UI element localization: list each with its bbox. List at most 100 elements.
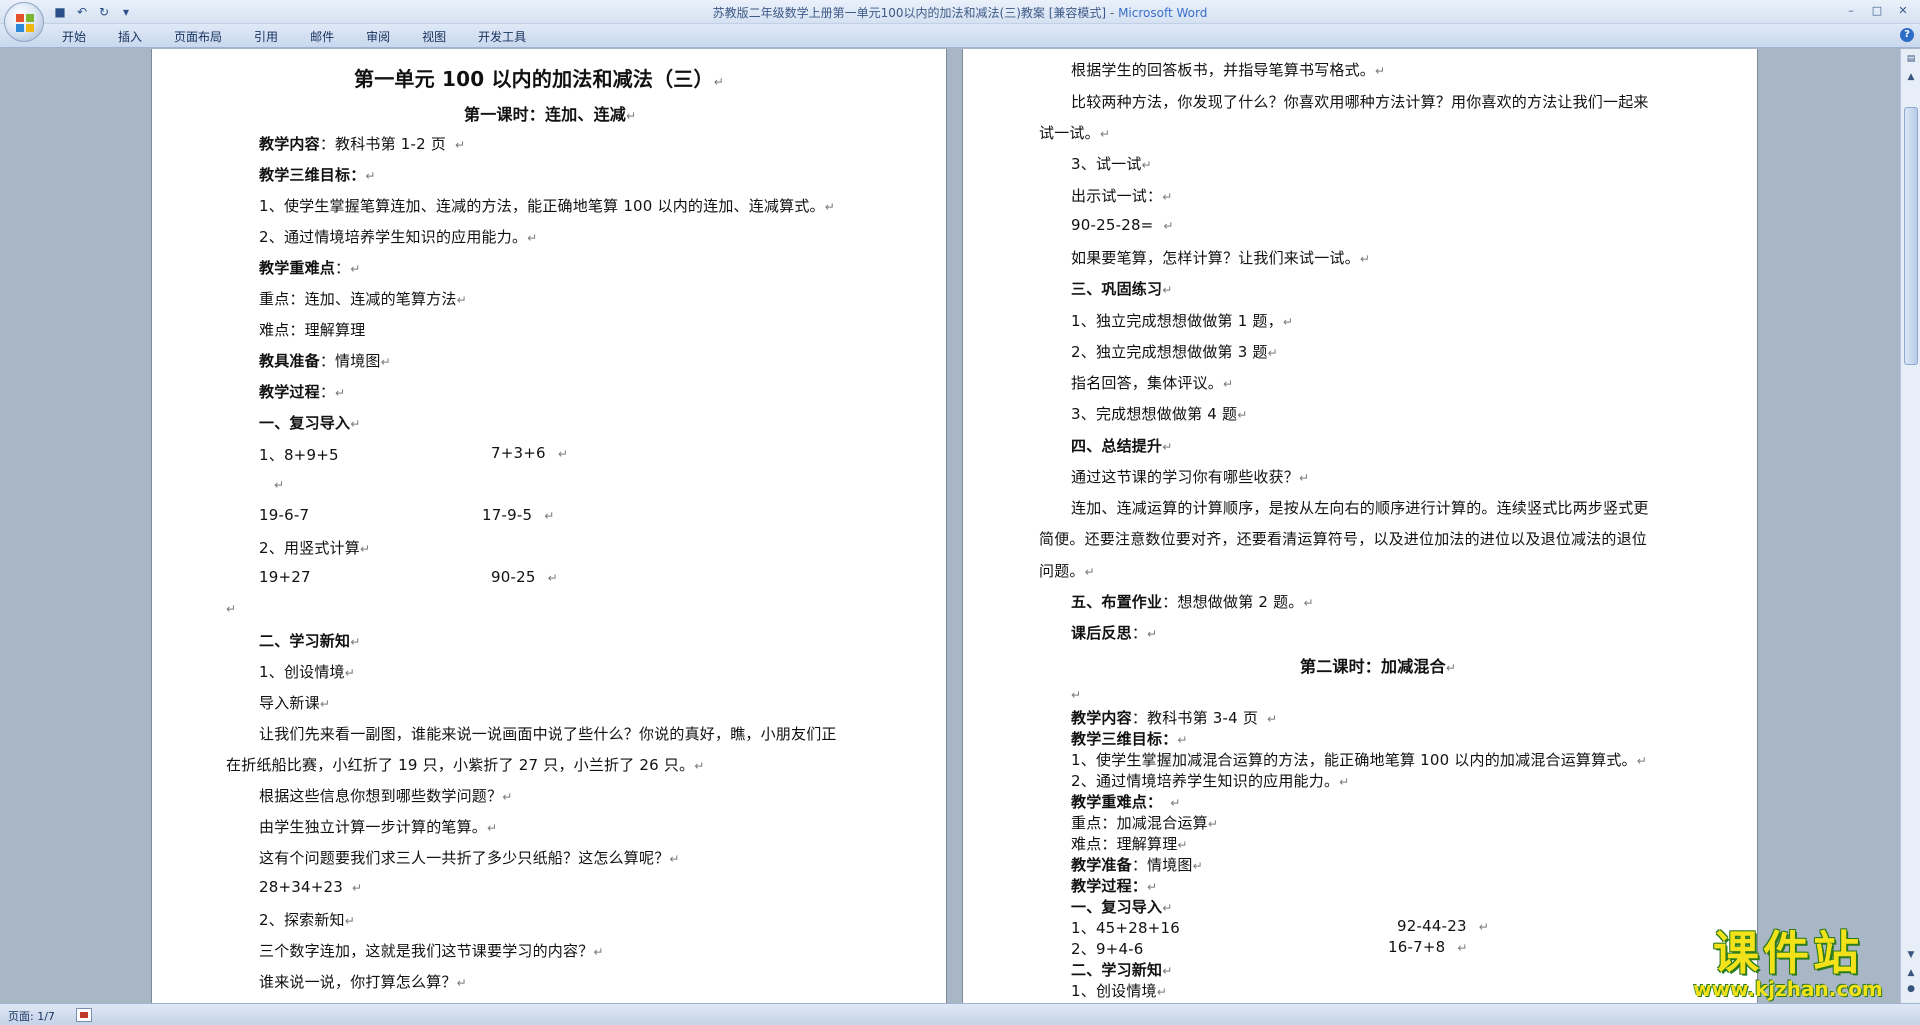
paragraph: 试一试。↵ [1039,124,1111,142]
tab-view[interactable]: 视图 [420,28,448,45]
section-heading: 一、复习导入↵ [259,414,361,432]
tab-developer[interactable]: 开发工具 [476,28,528,45]
paragraph: 1、独立完成想想做做第 1 题，↵ [1071,312,1294,330]
paragraph: 导入新课↵ [259,694,331,712]
paragraph: 问题。↵ [1039,562,1095,580]
review-expr: 1、8+9+5 [259,446,339,464]
paragraph: 教学准备：情境图↵ [1071,856,1203,874]
paragraph: 难点：理解算理↵ [1071,835,1188,853]
lesson-2-title: 第二课时：加减混合↵ [1300,657,1457,676]
paragraph: 90-25-28= ↵ [1071,216,1174,234]
paragraph: 2、用竖式计算↵ [259,539,371,557]
paragraph: 2、通过情境培养学生知识的应用能力。↵ [259,228,538,246]
tab-mailings[interactable]: 邮件 [308,28,336,45]
window-controls: – □ ✕ [1838,0,1916,20]
paragraph: 教学过程：↵ [1071,877,1158,895]
watermark-logo-text: 课件站 [1713,926,1863,980]
paragraph: 由学生独立计算一步计算的笔算。↵ [259,818,498,836]
document-page-1[interactable]: 第一单元 100 以内的加法和减法（三）↵ 第一课时：连加、连减↵ 教学内容：教… [152,49,946,1003]
paragraph: 2、独立完成想想做做第 3 题↵ [1071,343,1278,361]
paragraph: 这有个问题要我们求三人一共折了多少只纸船？这怎么算呢？↵ [259,849,680,867]
paragraph: 教学过程：↵ [259,383,346,401]
paragraph: 3、完成想想做做第 4 题↵ [1071,405,1248,423]
watermark-url: www.kjzhan.com [1693,977,1883,1001]
review-expr: 16-7+8 ↵ [1388,938,1468,956]
paragraph: 通过这节课的学习你有哪些收获？↵ [1071,468,1310,486]
paragraph: 教学三维目标：↵ [1071,730,1188,748]
review-expr: 1、45+28+16 [1071,919,1180,937]
doc-title: 第一单元 100 以内的加法和减法（三）↵ [354,67,724,91]
paragraph: 28+34+23 ↵ [259,878,363,896]
review-expr: 2、9+4-6 [1071,940,1144,958]
paragraph: 3、试一试↵ [1071,155,1152,173]
empty-paragraph: ↵ [1071,688,1082,702]
scroll-up-icon[interactable]: ▲ [1903,69,1919,85]
paragraph: 教学三维目标：↵ [259,166,376,184]
paragraph: 根据学生的回答板书，并指导笔算书写格式。↵ [1071,61,1386,79]
tab-insert[interactable]: 插入 [116,28,144,45]
maximize-button[interactable]: □ [1864,0,1890,20]
close-button[interactable]: ✕ [1890,0,1916,20]
paragraph: 重点：加减混合运算↵ [1071,814,1219,832]
paragraph: 1、使学生掌握笔算连加、连减的方法，能正确地笔算 100 以内的连加、连减算式。… [259,197,835,215]
kjzhan-watermark: 课件站 www.kjzhan.com [1668,928,1908,1000]
empty-paragraph: ↵ [226,602,237,616]
tab-page-layout[interactable]: 页面布局 [172,28,224,45]
review-expr: 19-6-7 [259,506,310,524]
paragraph: 2、通过情境培养学生知识的应用能力。↵ [1071,772,1350,790]
paragraph: 根据这些信息你想到哪些数学问题？↵ [259,787,513,805]
paragraph: 简便。还要注意数位要对齐，还要看清运算符号，以及进位加法的进位以及退位减法的退位 [1039,530,1648,548]
review-expr: 92-44-23 ↵ [1397,917,1489,935]
paragraph: 在折纸船比赛，小红折了 19 只，小紫折了 27 只，小兰折了 26 只。↵ [226,756,705,774]
scrollbar-thumb[interactable] [1904,107,1918,365]
paragraph: 2、探索新知↵ [259,911,356,929]
vertical-scrollbar[interactable]: ▤ ▲ ▼ ▲ ● [1900,49,1920,1003]
paragraph: 五、布置作业：想想做做第 2 题。↵ [1071,593,1314,611]
tab-references[interactable]: 引用 [252,28,280,45]
window-title: 苏教版二年级数学上册第一单元100以内的加法和减法(三)教案 [兼容模式] - … [712,6,1208,20]
paragraph: 教学重难点：↵ [259,259,361,277]
section-heading: 二、学习新知↵ [259,632,361,650]
paragraph: 重点：连加、连减的笔算方法↵ [259,290,467,308]
proofing-icon[interactable] [76,1008,92,1022]
office-logo-icon [16,14,34,32]
vertical-expr: 90-25 ↵ [491,568,558,586]
office-button[interactable] [4,2,44,42]
paragraph: 1、创设情境↵ [259,663,356,681]
paragraph: 1、使学生掌握加减混合运算的方法，能正确地笔算 100 以内的加减混合运算算式。… [1071,751,1647,769]
paragraph: 难点：理解算理 [259,321,366,339]
paragraph: 三个数字连加，这就是我们这节课要学习的内容？↵ [259,942,604,960]
paragraph: 教学内容：教科书第 1-2 页 ↵ [259,135,466,153]
paragraph: 比较两种方法，你发现了什么？你喜欢用哪种方法计算？用你喜欢的方法让我们一起来 [1071,93,1649,111]
section-heading: 一、复习导入↵ [1071,898,1173,916]
tab-home[interactable]: 开始 [60,28,88,45]
paragraph: 如果要笔算，怎样计算？让我们来试一试。↵ [1071,249,1371,267]
status-bar: 页面: 1/7 [0,1003,1920,1025]
document-workspace: 第一单元 100 以内的加法和减法（三）↵ 第一课时：连加、连减↵ 教学内容：教… [0,49,1900,1003]
lesson-1-title: 第一课时：连加、连减↵ [464,105,637,124]
ruler-toggle-icon[interactable]: ▤ [1903,51,1919,67]
vertical-expr: 19+27 [259,568,311,586]
section-heading: 三、巩固练习↵ [1071,280,1173,298]
section-heading: 二、学习新知↵ [1071,961,1173,979]
review-expr: 17-9-5 ↵ [482,506,555,524]
paragraph: 教具准备：情境图↵ [259,352,391,370]
paragraph: 出示试一试：↵ [1071,187,1173,205]
paragraph: 谁来说一说，你打算怎么算？↵ [259,973,467,991]
paragraph: 教学内容：教科书第 3-4 页 ↵ [1071,709,1278,727]
minimize-button[interactable]: – [1838,0,1864,20]
tab-review[interactable]: 审阅 [364,28,392,45]
review-expr: 7+3+6 ↵ [491,444,569,462]
title-bar: ■ ↶ ↻ ▾ 苏教版二年级数学上册第一单元100以内的加法和减法(三)教案 [… [0,0,1920,24]
paragraph: 1、创设情境↵ [1071,982,1168,1000]
paragraph: 连加、连减运算的计算顺序，是按从左向右的顺序进行计算的。连续竖式比两步竖式更 [1071,499,1649,517]
paragraph: 让我们先来看一副图，谁能来说一说画面中说了些什么？你说的真好，瞧，小朋友们正 [259,725,837,743]
section-heading: 四、总结提升↵ [1071,437,1173,455]
paragraph: 课后反思：↵ [1071,624,1158,642]
page-count[interactable]: 页面: 1/7 [8,1008,55,1024]
paragraph: 指名回答，集体评议。↵ [1071,374,1234,392]
document-page-2[interactable]: 根据学生的回答板书，并指导笔算书写格式。↵ 比较两种方法，你发现了什么？你喜欢用… [963,49,1757,1003]
ribbon-tab-bar: 开始 插入 页面布局 引用 邮件 审阅 视图 开发工具 ? [0,24,1920,48]
help-icon[interactable]: ? [1900,28,1914,42]
empty-paragraph: ↵ [274,478,285,492]
